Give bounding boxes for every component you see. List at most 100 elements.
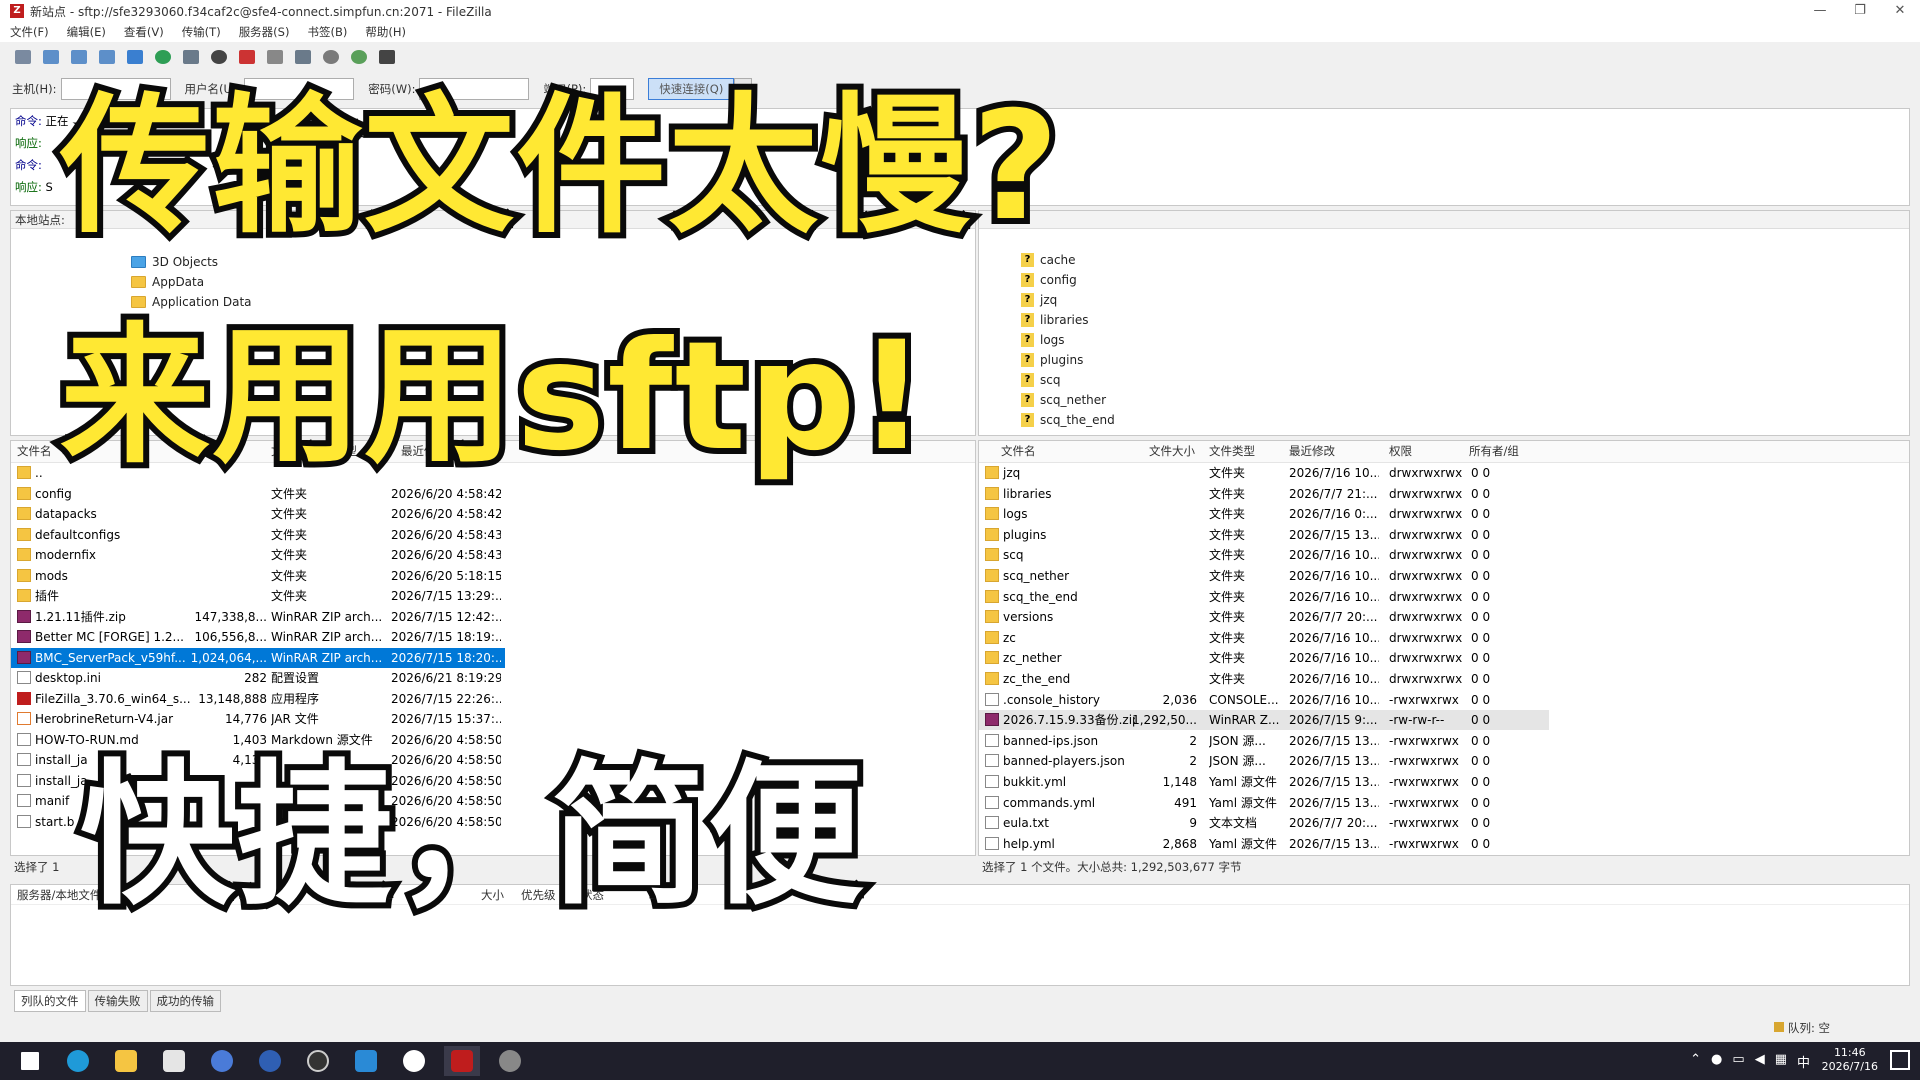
- col-filename[interactable]: 文件名: [1001, 441, 1036, 461]
- clock[interactable]: 11:46 2026/7/16: [1822, 1046, 1878, 1074]
- maximize-button[interactable]: ❐: [1840, 0, 1880, 22]
- steam-icon[interactable]: [300, 1046, 336, 1076]
- menu-bookmarks[interactable]: 书签(B): [307, 24, 347, 40]
- remote-tree-item[interactable]: ? scq: [1021, 373, 1060, 387]
- refresh-icon[interactable]: [152, 46, 174, 68]
- tree-item[interactable]: 3D Objects: [131, 255, 218, 269]
- disconnect-icon[interactable]: [236, 46, 258, 68]
- remote-file-row[interactable]: eula.txt 9 文本文档 2026/7/7 20:... -rwxrwxrwx 0 …: [979, 813, 1909, 833]
- app-gear-icon[interactable]: [492, 1046, 528, 1076]
- remote-tree-item[interactable]: ? jzq: [1021, 293, 1057, 307]
- col-permissions[interactable]: 权限: [1389, 441, 1412, 461]
- keyboard-icon[interactable]: ▦: [1775, 1052, 1787, 1071]
- host-label: 主机(H):: [12, 82, 57, 96]
- col-owner[interactable]: 所有者/组: [1469, 441, 1519, 461]
- remote-tree-item[interactable]: ? plugins: [1021, 353, 1083, 367]
- local-file-row[interactable]: HerobrineReturn-V4.jar 14,776 JAR 文件 2026/7…: [11, 709, 975, 729]
- remote-file-row[interactable]: scq 文件夹 2026/7/16 10... drwxrwxrwx 0 0: [979, 545, 1909, 565]
- local-file-row[interactable]: datapacks 文件夹 2026/6/20 4:58:42: [11, 504, 975, 524]
- ime-indicator[interactable]: 中: [1797, 1052, 1810, 1071]
- remote-file-row[interactable]: zc_nether 文件夹 2026/7/16 10... drwxrwxrwx 0 0: [979, 648, 1909, 668]
- qq-icon[interactable]: [396, 1046, 432, 1076]
- cancel-icon[interactable]: [208, 46, 230, 68]
- browser-icon[interactable]: [204, 1046, 240, 1076]
- remote-file-row[interactable]: zc 文件夹 2026/7/16 10... drwxrwxrwx 0 0: [979, 628, 1909, 648]
- menu-edit[interactable]: 编辑(E): [67, 24, 106, 40]
- local-file-row[interactable]: mods 文件夹 2026/6/20 5:18:15: [11, 566, 975, 586]
- tab-failed[interactable]: 传输失败: [87, 990, 148, 1012]
- filter-icon[interactable]: [292, 46, 314, 68]
- vscode-icon[interactable]: [348, 1046, 384, 1076]
- folder-icon: [985, 672, 999, 685]
- chevron-up-icon[interactable]: ⌃: [1690, 1052, 1701, 1071]
- tree-item[interactable]: Application Data: [131, 295, 252, 309]
- process-queue-icon[interactable]: [180, 46, 202, 68]
- remote-tree-item[interactable]: ? scq_nether: [1021, 393, 1106, 407]
- binoculars-icon[interactable]: [376, 46, 398, 68]
- remote-file-row[interactable]: plugins 文件夹 2026/7/15 13... drwxrwxrwx 0 0: [979, 525, 1909, 545]
- remote-file-row[interactable]: banned-ips.json 2 JSON 源... 2026/7/15 13...…: [979, 731, 1909, 751]
- remote-tree-item[interactable]: ? libraries: [1021, 313, 1088, 327]
- remote-file-row[interactable]: help.yml 2,868 Yaml 源文件 2026/7/15 13... -rwx…: [979, 834, 1909, 853]
- calendar-icon[interactable]: [156, 1046, 192, 1076]
- toggle-log-icon[interactable]: [40, 46, 62, 68]
- reconnect-icon[interactable]: [264, 46, 286, 68]
- remote-file-row[interactable]: commands.yml 491 Yaml 源文件 2026/7/15 13... -r…: [979, 793, 1909, 813]
- remote-file-row[interactable]: libraries 文件夹 2026/7/7 21:... drwxrwxrwx 0 0: [979, 484, 1909, 504]
- menu-help[interactable]: 帮助(H): [365, 24, 406, 40]
- tab-successful[interactable]: 成功的传输: [149, 990, 221, 1012]
- title-bar: Z 新站点 - sftp://sfe3293060.f34caf2c@sfe4-…: [0, 0, 1920, 22]
- col-filesize[interactable]: 文件大小: [1149, 441, 1195, 461]
- menu-view[interactable]: 查看(V): [124, 24, 164, 40]
- remote-file-row[interactable]: scq_nether 文件夹 2026/7/16 10... drwxrwxrwx 0 …: [979, 566, 1909, 586]
- remote-file-row[interactable]: banned-players.json 2 JSON 源... 2026/7/15 1…: [979, 751, 1909, 771]
- local-file-row[interactable]: config 文件夹 2026/6/20 4:58:42: [11, 484, 975, 504]
- filezilla-taskbar-icon[interactable]: [444, 1046, 480, 1076]
- remote-file-row[interactable]: versions 文件夹 2026/7/7 20:... drwxrwxrwx 0 0: [979, 607, 1909, 627]
- volume-icon[interactable]: ◀: [1755, 1052, 1765, 1071]
- remote-file-row[interactable]: zc_the_end 文件夹 2026/7/16 10... drwxrwxrwx 0 …: [979, 669, 1909, 689]
- notification-icon[interactable]: [1890, 1050, 1910, 1070]
- start-icon[interactable]: [12, 1046, 48, 1076]
- network-icon[interactable]: ▭: [1732, 1052, 1744, 1071]
- app-p-icon[interactable]: [252, 1046, 288, 1076]
- mic-icon[interactable]: ●: [1711, 1052, 1722, 1071]
- col-filetype[interactable]: 文件类型: [1209, 441, 1255, 461]
- remote-file-row[interactable]: 2026.7.15.9.33备份.zip 1,292,50... WinRAR Z.…: [979, 710, 1549, 731]
- menu-transfer[interactable]: 传输(T): [182, 24, 221, 40]
- local-file-row[interactable]: defaultconfigs 文件夹 2026/6/20 4:58:43: [11, 525, 975, 545]
- col-modified[interactable]: 最近修改: [1289, 441, 1335, 461]
- toggle-local-tree-icon[interactable]: [68, 46, 90, 68]
- local-file-row[interactable]: 1.21.11插件.zip 147,338,8... WinRAR ZIP arch…: [11, 607, 975, 627]
- menu-server[interactable]: 服务器(S): [239, 24, 290, 40]
- menu-file[interactable]: 文件(F): [10, 24, 49, 40]
- local-file-row[interactable]: 插件 文件夹 2026/7/15 13:29:...: [11, 586, 975, 606]
- search-icon[interactable]: [320, 46, 342, 68]
- close-button[interactable]: ✕: [1880, 0, 1920, 22]
- remote-file-row[interactable]: bukkit.yml 1,148 Yaml 源文件 2026/7/15 13... -r…: [979, 772, 1909, 792]
- tree-item[interactable]: AppData: [131, 275, 204, 289]
- remote-file-row[interactable]: scq_the_end 文件夹 2026/7/16 10... drwxrwxrwx 0…: [979, 587, 1909, 607]
- tab-queued[interactable]: 列队的文件: [14, 990, 86, 1012]
- local-file-row[interactable]: FileZilla_3.70.6_win64_s... 13,148,888 应用程…: [11, 689, 975, 709]
- remote-file-row[interactable]: logs 文件夹 2026/7/16 0:... drwxrwxrwx 0 0: [979, 504, 1909, 524]
- local-file-row[interactable]: Better MC [FORGE] 1.2... 106,556,8... WinR…: [11, 627, 975, 647]
- remote-tree-item[interactable]: ? scq_the_end: [1021, 413, 1115, 427]
- remote-tree-item[interactable]: ? config: [1021, 273, 1077, 287]
- minimize-button[interactable]: —: [1800, 0, 1840, 22]
- local-file-row[interactable]: desktop.ini 282 配置设置 2026/6/21 8:19:29: [11, 668, 975, 688]
- local-file-row[interactable]: BMC_ServerPack_v59hf... 1,024,064,... WinR…: [11, 647, 505, 668]
- edge-icon[interactable]: [60, 1046, 96, 1076]
- local-file-row[interactable]: modernfix 文件夹 2026/6/20 4:58:43: [11, 545, 975, 565]
- remote-file-row[interactable]: jzq 文件夹 2026/7/16 10... drwxrwxrwx 0 0: [979, 463, 1909, 483]
- explorer-icon[interactable]: [108, 1046, 144, 1076]
- toggle-remote-tree-icon[interactable]: [96, 46, 118, 68]
- remote-file-row[interactable]: .console_history 2,036 CONSOLE... 2026/7/16…: [979, 690, 1909, 710]
- sync-browse-icon[interactable]: [348, 46, 370, 68]
- col-filename[interactable]: 文件名: [17, 441, 52, 461]
- toggle-queue-icon[interactable]: [124, 46, 146, 68]
- remote-tree-item[interactable]: ? cache: [1021, 253, 1076, 267]
- site-manager-icon[interactable]: [12, 46, 34, 68]
- remote-tree-item[interactable]: ? logs: [1021, 333, 1065, 347]
- doc-icon: [985, 733, 999, 747]
